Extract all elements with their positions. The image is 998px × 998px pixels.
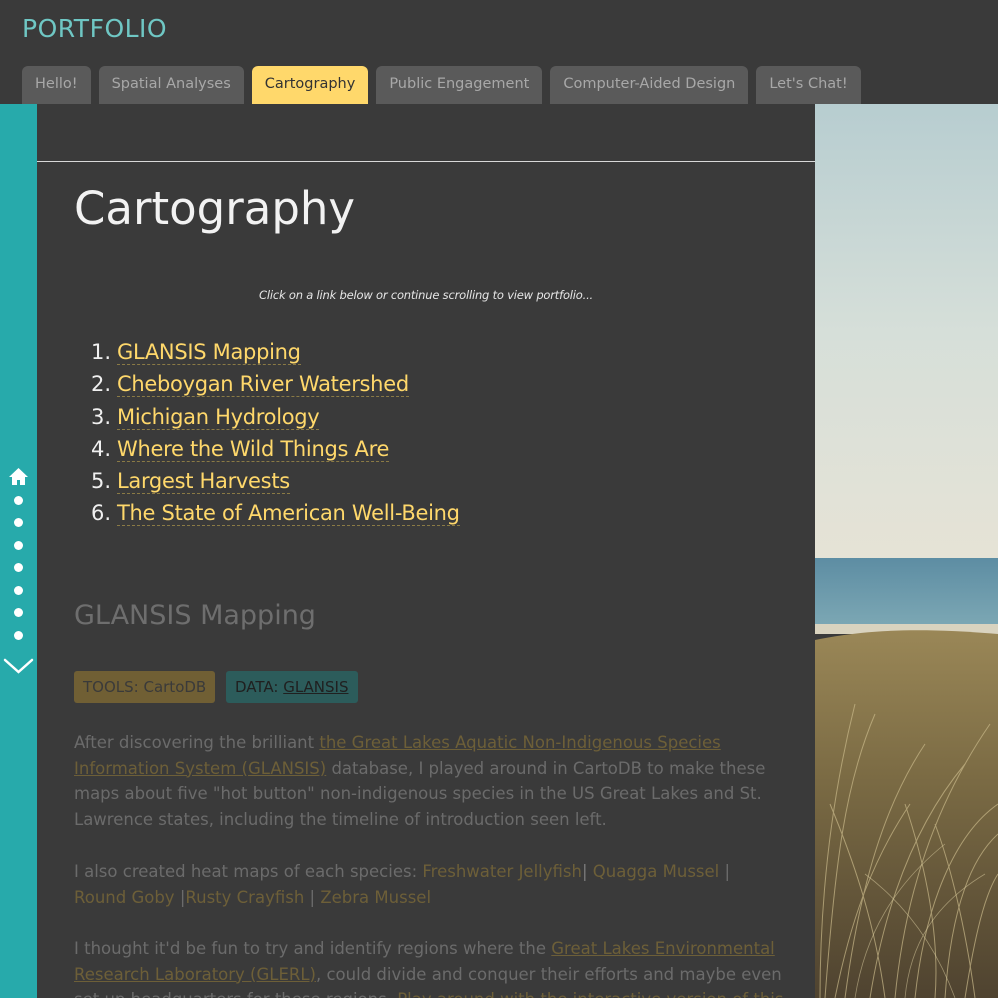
section-dot-2[interactable]: [14, 518, 23, 527]
toc-link-glansis-mapping[interactable]: GLANSIS Mapping: [117, 340, 301, 365]
tab-hello[interactable]: Hello!: [22, 66, 91, 104]
species-link-round-goby[interactable]: Round Goby: [74, 888, 175, 907]
main-tabs: Hello! Spatial Analyses Cartography Publ…: [22, 66, 861, 104]
data-badge-link[interactable]: GLANSIS: [283, 678, 348, 696]
list-item: 2. Cheboygan River Watershed: [91, 372, 409, 398]
section-dot-5[interactable]: [14, 586, 23, 595]
section-dot-6[interactable]: [14, 608, 23, 617]
species-link-quagga-mussel[interactable]: Quagga Mussel: [593, 862, 719, 881]
toc-link-american-well-being[interactable]: The State of American Well-Being: [117, 501, 460, 527]
content-panel: Cartography Click on a link below or con…: [37, 104, 815, 998]
brand-logo[interactable]: PORTFOLIO: [22, 14, 167, 43]
tab-spatial-analyses[interactable]: Spatial Analyses: [98, 66, 244, 104]
scroll-hint: Click on a link below or continue scroll…: [259, 288, 593, 302]
list-item: 5. Largest Harvests: [91, 469, 290, 495]
section-dot-1[interactable]: [14, 496, 23, 505]
beach-dune-photo: [815, 104, 998, 998]
species-link-zebra-mussel[interactable]: Zebra Mussel: [320, 888, 431, 907]
data-badge: DATA: GLANSIS: [226, 671, 358, 703]
tools-badge: TOOLS: CartoDB: [74, 671, 216, 703]
description-paragraph-2: I also created heat maps of each species…: [74, 862, 731, 907]
tab-public-engagement[interactable]: Public Engagement: [376, 66, 543, 104]
species-link-rusty-crayfish[interactable]: Rusty Crayfish: [185, 888, 304, 907]
species-link-freshwater-jellyfish[interactable]: Freshwater Jellyfish: [422, 862, 582, 881]
tab-cartography[interactable]: Cartography: [251, 66, 369, 104]
scroll-down-button[interactable]: [0, 654, 37, 676]
home-button[interactable]: [0, 466, 37, 488]
toc-link-michigan-hydrology[interactable]: Michigan Hydrology: [117, 404, 320, 430]
chevron-down-icon: [3, 658, 34, 674]
list-item: 4. Where the Wild Things Are: [91, 436, 390, 462]
section-dot-7[interactable]: [14, 631, 23, 640]
toc-link-largest-harvests[interactable]: Largest Harvests: [117, 469, 290, 495]
list-item: 3. Michigan Hydrology: [91, 404, 320, 430]
page-title: Cartography: [74, 182, 356, 235]
portfolio-index: 1. GLANSIS Mapping 2. Cheboygan River Wate…: [91, 336, 460, 530]
description-paragraph-3: I thought it'd be fun to try and identif…: [74, 936, 786, 998]
side-navigation-bar: [0, 104, 37, 998]
section-dot-3[interactable]: [14, 541, 23, 550]
list-item: 6. The State of American Well-Being: [91, 501, 460, 527]
tab-computer-aided-design[interactable]: Computer-Aided Design: [550, 66, 749, 104]
header-divider: [37, 161, 815, 162]
section-title: GLANSIS Mapping: [74, 600, 316, 631]
section-dot-4[interactable]: [14, 563, 23, 572]
toc-link-cheboygan-river-watershed[interactable]: Cheboygan River Watershed: [117, 372, 409, 398]
home-icon: [9, 468, 28, 485]
description-paragraph-1: After discovering the brilliant the Grea…: [74, 733, 766, 829]
beach-dune-image: [815, 104, 998, 998]
list-item: 1. GLANSIS Mapping: [91, 340, 301, 365]
toc-link-where-the-wild-things-are[interactable]: Where the Wild Things Are: [117, 436, 389, 462]
tab-lets-chat[interactable]: Let's Chat!: [756, 66, 861, 104]
